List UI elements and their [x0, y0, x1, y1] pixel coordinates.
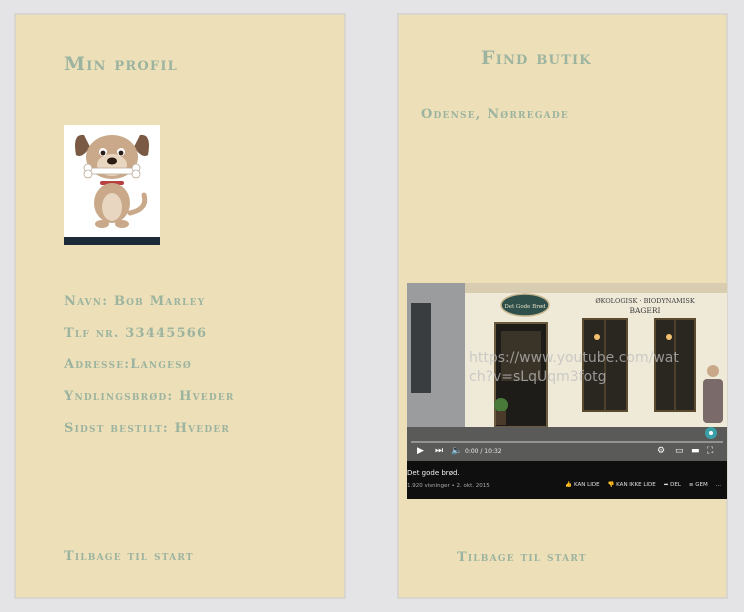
dislike-button[interactable]: 👎 KAN IKKE LIDE	[608, 482, 656, 488]
like-label: KAN LIDE	[574, 482, 600, 488]
profile-panel: Min profil Navn: Bob Marley Tlf nr. 3344…	[14, 13, 346, 599]
video-progress-bar[interactable]	[411, 441, 723, 443]
dog-cartoon-icon	[75, 134, 149, 228]
share-label: DEL	[670, 482, 681, 488]
dislike-label: KAN IKKE LIDE	[616, 482, 656, 488]
next-icon[interactable]: ⏭	[435, 446, 443, 456]
video-player[interactable]: Det Gode Brød ØKOLOGISK · BIODYNAMISK BA…	[407, 283, 727, 499]
profile-last-order: Sidst bestilt: Hveder	[64, 421, 231, 436]
profile-address: Adresse:Langesø	[64, 357, 192, 372]
fullscreen-icon[interactable]: ⛶	[707, 446, 713, 456]
more-button[interactable]: ...	[716, 482, 721, 488]
play-icon[interactable]: ▶	[417, 446, 424, 456]
shop-sign-text: Det Gode Brød	[504, 304, 546, 310]
back-to-start-link[interactable]: Tilbage til start	[457, 550, 587, 565]
save-button[interactable]: ≡ GEM	[689, 482, 708, 488]
shop-panel: Find butik Odense, Nørregade Det Gode Br…	[397, 13, 728, 599]
back-to-start-link[interactable]: Tilbage til start	[64, 549, 194, 564]
video-actions: 👍 KAN LIDE 👎 KAN IKKE LIDE ➦ DEL ≡ GEM .…	[565, 482, 721, 488]
facade-text-1: ØKOLOGISK · BIODYNAMISK	[595, 297, 694, 305]
like-button[interactable]: 👍 KAN LIDE	[565, 482, 599, 488]
profile-favorite-bread: Yndlingsbrød: Hveder	[64, 389, 235, 404]
share-button[interactable]: ➦ DEL	[664, 482, 681, 488]
profile-phone: Tlf nr. 33445566	[64, 326, 208, 341]
shop-title: Find butik	[481, 47, 592, 69]
shop-location: Odense, Nørregade	[421, 107, 569, 122]
video-controls: ▶ ⏭ 🔈 0:00 / 10:32 ⚙ ▭ ▬ ⛶	[407, 441, 727, 461]
theater-icon[interactable]: ▬	[691, 446, 700, 456]
video-meta: 1.920 visninger • 2. okt. 2015	[407, 483, 490, 489]
miniplayer-icon[interactable]: ▭	[675, 446, 684, 456]
video-title: Det gode brød.	[407, 469, 460, 477]
save-label: GEM	[695, 482, 708, 488]
avatar	[64, 125, 160, 245]
video-time: 0:00 / 10:32	[465, 448, 502, 455]
settings-icon[interactable]: ⚙	[657, 446, 665, 456]
facade-text-2: BAGERI	[629, 306, 660, 315]
video-url-overlay: https://www.youtube.com/watch?v=sLqUqm3f…	[469, 350, 679, 385]
profile-name: Navn: Bob Marley	[64, 294, 206, 309]
profile-title: Min profil	[64, 53, 178, 75]
volume-icon[interactable]: 🔈	[451, 446, 462, 456]
